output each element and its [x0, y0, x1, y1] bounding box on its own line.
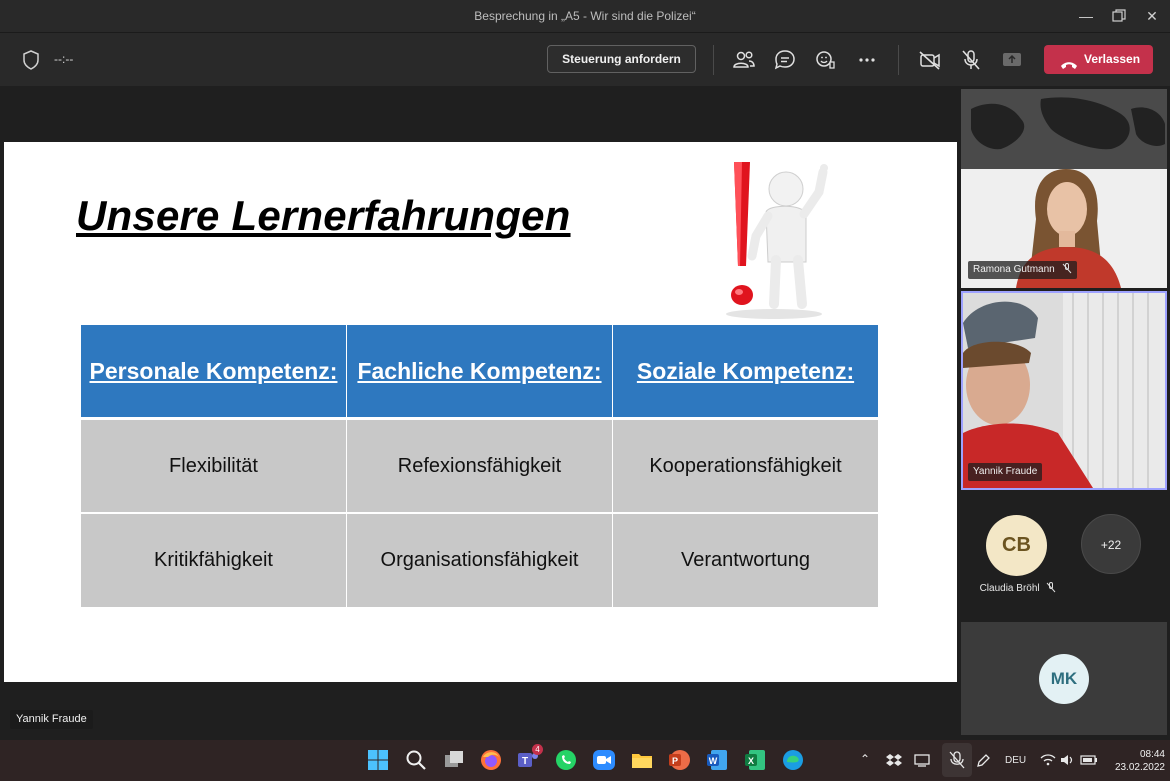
search-icon[interactable]	[404, 748, 428, 772]
svg-text:T: T	[522, 756, 528, 767]
clock-time: 08:44	[1139, 749, 1165, 760]
participant-name-label: Yannik Fraude	[968, 463, 1043, 481]
windows-taskbar: T 4 P W X ⌃ DEU 08:44 23.02.2022	[0, 740, 1170, 781]
competence-table: Personale Kompetenz: Fachliche Kompetenz…	[81, 325, 878, 608]
share-icon[interactable]	[999, 47, 1025, 73]
participant-video-image	[961, 89, 1167, 288]
clock-date: 23.02.2022	[1114, 762, 1165, 773]
avatar: MK	[1039, 654, 1089, 704]
table-cell: Organisationsfähigkeit	[347, 514, 612, 607]
mic-off-icon	[1046, 582, 1056, 596]
reactions-icon[interactable]	[813, 47, 839, 73]
zoom-icon[interactable]	[592, 748, 616, 772]
chevron-up-icon[interactable]: ⌃	[860, 752, 870, 766]
system-clock[interactable]: 08:44 23.02.2022	[1107, 748, 1165, 774]
wifi-icon[interactable]	[1040, 753, 1056, 770]
mic-off-icon	[1062, 263, 1072, 281]
camera-off-icon[interactable]	[917, 47, 943, 73]
table-cell: Kritikfähigkeit	[81, 514, 346, 607]
table-header: Soziale Kompetenz:	[613, 325, 878, 417]
more-participants-button[interactable]: +22	[1081, 514, 1141, 574]
participant-name-label: Claudia Bröhl	[968, 582, 1068, 596]
edge-icon[interactable]	[781, 748, 805, 772]
excel-icon[interactable]: X	[743, 748, 767, 772]
table-cell: Kooperationsfähigkeit	[613, 420, 878, 512]
mic-off-icon[interactable]	[958, 47, 984, 73]
file-explorer-icon[interactable]	[630, 748, 654, 772]
slide-title: Unsere Lernerfahrungen	[76, 192, 571, 239]
chat-icon[interactable]	[772, 47, 798, 73]
display-icon[interactable]	[914, 753, 930, 770]
title-bar: Besprechung in „A5 - Wir sind die Polize…	[0, 0, 1170, 32]
svg-text:P: P	[672, 756, 678, 766]
avatar[interactable]: CB	[986, 515, 1047, 576]
shield-icon[interactable]	[22, 50, 40, 70]
leave-label: Verlassen	[1084, 52, 1141, 66]
window-title: Besprechung in „A5 - Wir sind die Polize…	[474, 9, 696, 23]
toolbar-divider	[898, 45, 899, 75]
windows-start-icon[interactable]	[366, 748, 390, 772]
exclamation-figure-image	[714, 154, 844, 319]
shared-content-stage: Unsere Lernerfahrungen Personale Kompete…	[0, 86, 960, 740]
presenter-name-label: Yannik Fraude	[10, 710, 93, 729]
task-view-icon[interactable]	[442, 748, 466, 772]
restore-icon[interactable]	[1104, 4, 1134, 28]
teams-meeting-window: Besprechung in „A5 - Wir sind die Polize…	[0, 0, 1170, 781]
request-control-button[interactable]: Steuerung anfordern	[547, 45, 696, 73]
language-indicator[interactable]: DEU	[1005, 755, 1026, 766]
svg-text:X: X	[748, 756, 754, 766]
firefox-icon[interactable]	[479, 748, 503, 772]
table-cell: Refexionsfähigkeit	[347, 420, 612, 512]
close-icon[interactable]: ✕	[1137, 4, 1167, 28]
meeting-timer: --:--	[54, 52, 74, 66]
toolbar-divider	[713, 45, 714, 75]
teams-icon[interactable]: T 4	[516, 744, 543, 772]
notification-badge: 4	[532, 744, 543, 755]
volume-icon[interactable]	[1060, 753, 1076, 770]
table-header: Personale Kompetenz:	[81, 325, 346, 417]
participant-name: Ramona Gutmann	[973, 264, 1055, 275]
battery-icon[interactable]	[1080, 753, 1098, 770]
pen-icon[interactable]	[975, 753, 991, 772]
table-cell: Verantwortung	[613, 514, 878, 607]
leave-button[interactable]: Verlassen	[1044, 45, 1153, 74]
participant-name-label: Ramona Gutmann	[968, 261, 1077, 279]
participants-icon[interactable]	[731, 47, 757, 73]
svg-text:W: W	[709, 756, 718, 766]
participant-video-tile[interactable]: Ramona Gutmann	[961, 89, 1167, 288]
powerpoint-icon[interactable]: P	[667, 748, 691, 772]
meeting-toolbar: --:-- Steuerung anfordern Verlassen	[0, 32, 1170, 86]
participant-video-image	[963, 293, 1165, 488]
phone-hangup-icon	[1060, 53, 1078, 69]
more-icon[interactable]	[854, 47, 880, 73]
whatsapp-icon[interactable]	[554, 748, 578, 772]
minimize-icon[interactable]: —	[1071, 4, 1101, 28]
participant-name: Claudia Bröhl	[979, 583, 1040, 594]
participant-audio-tile[interactable]: MK	[961, 622, 1167, 735]
table-cell: Flexibilität	[81, 420, 346, 512]
dropbox-icon[interactable]	[886, 753, 902, 770]
table-header: Fachliche Kompetenz:	[347, 325, 612, 417]
word-icon[interactable]: W	[705, 748, 729, 772]
mic-off-icon[interactable]	[942, 743, 972, 777]
presentation-slide: Unsere Lernerfahrungen Personale Kompete…	[4, 142, 957, 682]
participant-video-tile-active[interactable]: Yannik Fraude	[961, 291, 1167, 490]
